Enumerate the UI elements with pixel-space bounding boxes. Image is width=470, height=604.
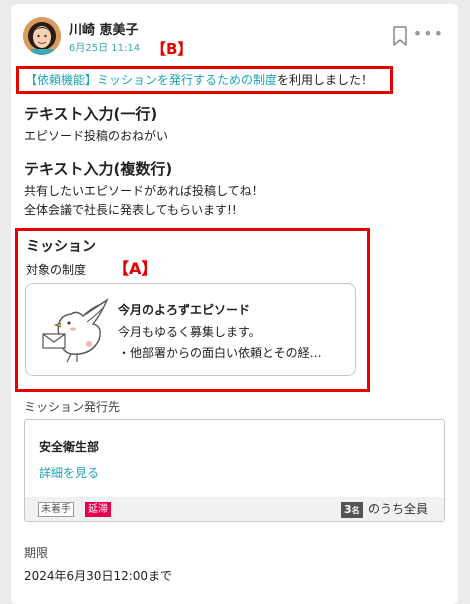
multi-line-value-1: 共有したいエピソードがあれば投稿してね！ <box>24 184 264 198</box>
deadline-value: 2024年6月30日12:00まで <box>24 569 173 583</box>
deadline-label: 期限 <box>24 546 49 560</box>
notice-box: 【依頼機能】ミッションを発行するための制度を利用しました！ <box>16 66 393 94</box>
member-count-badge: 3名 <box>341 502 363 518</box>
bookmark-icon[interactable] <box>392 26 408 50</box>
post-date: 6月25日 11:14 <box>69 43 141 54</box>
mission-card[interactable]: 今月のよろずエピソード 今月もゆるく募集します。 ・他部署からの面白い依頼とその… <box>25 283 356 376</box>
single-line-heading: テキスト入力(一行) <box>24 105 158 123</box>
multi-line-value-2: 全体会議で社長に発表してもらいます!! <box>24 203 237 217</box>
destination-footer: 未着手 延滞 3名 のうち全員 <box>25 497 444 521</box>
more-icon[interactable]: ••• <box>413 24 444 43</box>
avatar[interactable] <box>23 17 61 55</box>
destination-card: 安全衛生部 詳細を見る 未着手 延滞 3名 のうち全員 <box>24 419 445 522</box>
status-badge-pending: 未着手 <box>38 502 74 517</box>
annotation-b: 【B】 <box>151 40 193 58</box>
single-line-value: エピソード投稿のおねがい <box>24 129 169 143</box>
annotation-a: 【A】 <box>113 259 158 278</box>
mission-card-title: 今月のよろずエピソード <box>118 303 251 317</box>
member-count-unit: 名 <box>351 506 360 515</box>
mission-title: ミッション <box>26 239 96 255</box>
mission-card-description: 今月もゆるく募集します。 ・他部署からの面白い依頼とその経… <box>118 322 322 364</box>
destination-label: ミッション発行先 <box>24 400 121 414</box>
post-card: 川崎 恵美子 6月25日 11:14 【B】 ••• 【依頼機能】ミッションを発… <box>11 4 458 604</box>
detail-link[interactable]: 詳細を見る <box>39 464 99 481</box>
notice-suffix: を利用しました！ <box>277 73 374 87</box>
member-count: 3 <box>344 503 352 516</box>
member-count-text: のうち全員 <box>368 502 429 516</box>
multi-line-heading: テキスト入力(複数行) <box>24 160 173 178</box>
envelope-bird-icon <box>41 296 111 370</box>
notice-link[interactable]: 【依頼機能】ミッションを発行するための制度 <box>25 73 277 87</box>
destination-name: 安全衛生部 <box>39 440 100 454</box>
status-badge-overdue: 延滞 <box>85 502 111 517</box>
author-name[interactable]: 川崎 恵美子 <box>69 19 139 38</box>
mission-card-line-1: 今月もゆるく募集します。 <box>118 325 261 339</box>
mission-card-line-2: ・他部署からの面白い依頼とその経… <box>118 346 322 360</box>
mission-label: 対象の制度 <box>26 263 87 277</box>
mission-section: ミッション 対象の制度 【A】 今月のよろずエピソード 今月もゆるく募集します。… <box>15 228 370 392</box>
